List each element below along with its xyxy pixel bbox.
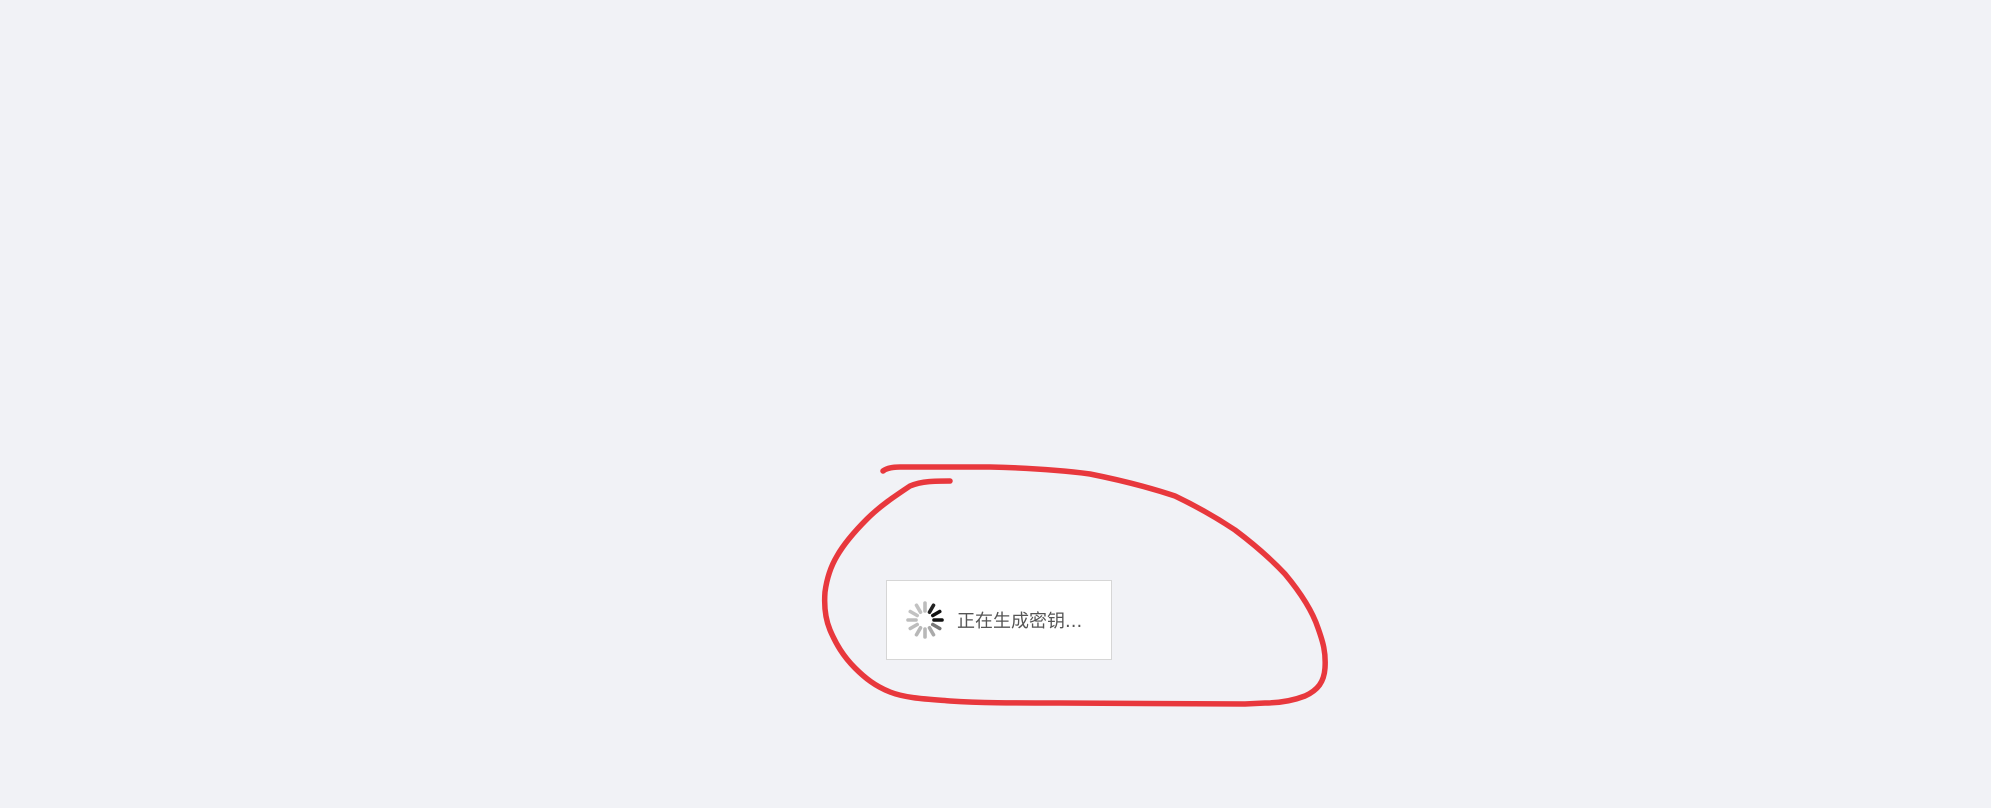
red-circle-annotation	[821, 464, 1328, 707]
spinner-icon	[906, 601, 944, 639]
loading-message: 正在生成密钥...	[957, 611, 1083, 632]
page: 正在生成密钥...	[0, 0, 1991, 808]
loading-dialog: 正在生成密钥...	[886, 580, 1112, 660]
